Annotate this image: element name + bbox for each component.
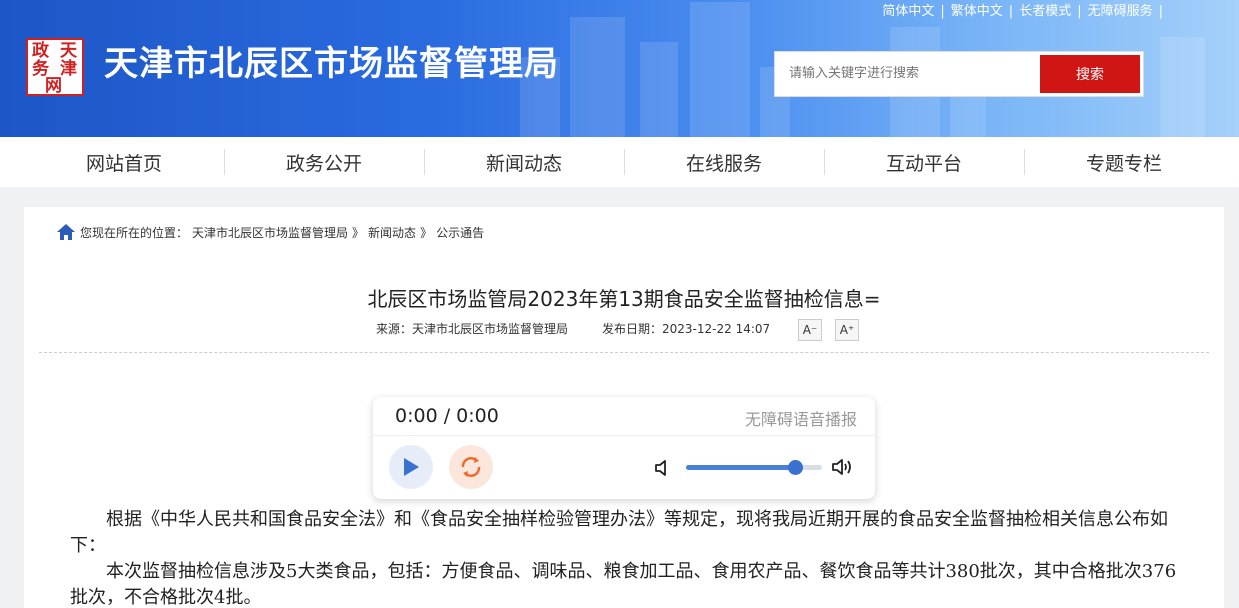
link-elder-mode[interactable]: 长者模式 [1013,3,1077,21]
divider [373,435,875,436]
link-simplified-chinese[interactable]: 简体中文 [876,3,940,21]
play-button[interactable] [389,445,433,489]
search-input[interactable] [789,66,1029,81]
font-decrease-button[interactable]: A⁻ [798,319,822,341]
breadcrumb-separator: 》 [352,225,365,240]
volume-thumb[interactable] [787,460,803,475]
link-traditional-chinese[interactable]: 繁体中文 [945,3,1009,21]
breadcrumb-separator: 》 [420,225,433,240]
breadcrumb-item[interactable]: 公示通告 [436,224,484,241]
audio-player: 0:00 / 0:00 无障碍语音播报 [373,397,875,499]
logo-char: 政 [32,41,49,61]
search-button[interactable]: 搜索 [1040,55,1140,93]
nav-special-topics[interactable]: 专题专栏 [1024,137,1224,187]
article-date: 发布日期：2023-12-22 14:07 [602,322,771,336]
volume-low-icon[interactable] [653,458,673,482]
play-icon [404,458,419,476]
logo-char: 网 [45,76,62,96]
volume-fill [686,465,795,470]
article-paragraph: 本次监督抽检信息涉及5大类食品，包括：方便食品、调味品、粮食加工品、食用农产品、… [70,561,1177,608]
article-meta: 来源：天津市北辰区市场监督管理局 发布日期：2023-12-22 14:07 [376,320,770,337]
font-increase-button[interactable]: A⁺ [835,319,859,341]
breadcrumb-prefix: 您现在所在的位置： [80,225,189,240]
article-source: 来源：天津市北辰区市场监督管理局 [376,322,569,336]
logo-char: 津 [60,59,77,79]
top-links: 简体中文 | 繁体中文 | 长者模式 | 无障碍服务 | [876,3,1163,21]
volume-high-icon[interactable] [830,456,854,482]
breadcrumb-item[interactable]: 新闻动态 [368,224,416,241]
nav-home[interactable]: 网站首页 [24,137,224,187]
loop-icon [461,457,481,477]
site-title[interactable]: 天津市北辰区市场监督管理局 [104,44,559,84]
article-container: 您现在所在的位置： 天津市北辰区市场监督管理局 》 新闻动态 》 公示通告 北辰… [24,207,1224,608]
loop-button[interactable] [449,445,493,489]
main-nav: 网站首页 政务公开 新闻动态 在线服务 互动平台 专题专栏 [0,137,1239,187]
volume-slider[interactable] [686,460,822,475]
logo-char: 天 [60,41,77,61]
article-title: 北辰区市场监管局2023年第13期食品安全监督抽检信息= [367,287,881,311]
search-box: 搜索 [774,51,1144,97]
site-header: 天 津 政 务 网 天津市北辰区市场监督管理局 简体中文 | 繁体中文 | 长者模式… [0,0,1239,137]
link-accessibility[interactable]: 无障碍服务 [1082,3,1159,21]
link-separator: | [1158,4,1163,19]
nav-government-affairs[interactable]: 政务公开 [224,137,424,187]
article-paragraph: 根据《中华人民共和国食品安全法》和《食品安全抽样检验管理办法》等规定，现将我局近… [70,509,1168,556]
nav-news[interactable]: 新闻动态 [424,137,624,187]
breadcrumb-item[interactable]: 天津市北辰区市场监督管理局 [192,224,348,241]
nav-online-service[interactable]: 在线服务 [624,137,824,187]
site-logo[interactable]: 天 津 政 务 网 [26,38,84,96]
player-label: 无障碍语音播报 [744,410,857,429]
divider [39,352,1209,353]
nav-interaction[interactable]: 互动平台 [824,137,1024,187]
article-body: 根据《中华人民共和国食品安全法》和《食品安全抽样检验管理办法》等规定，现将我局近… [70,507,1180,608]
breadcrumb: 您现在所在的位置： 天津市北辰区市场监督管理局 》 新闻动态 》 公示通告 [56,223,484,241]
home-icon[interactable] [56,223,76,241]
player-time: 0:00 / 0:00 [395,405,499,427]
